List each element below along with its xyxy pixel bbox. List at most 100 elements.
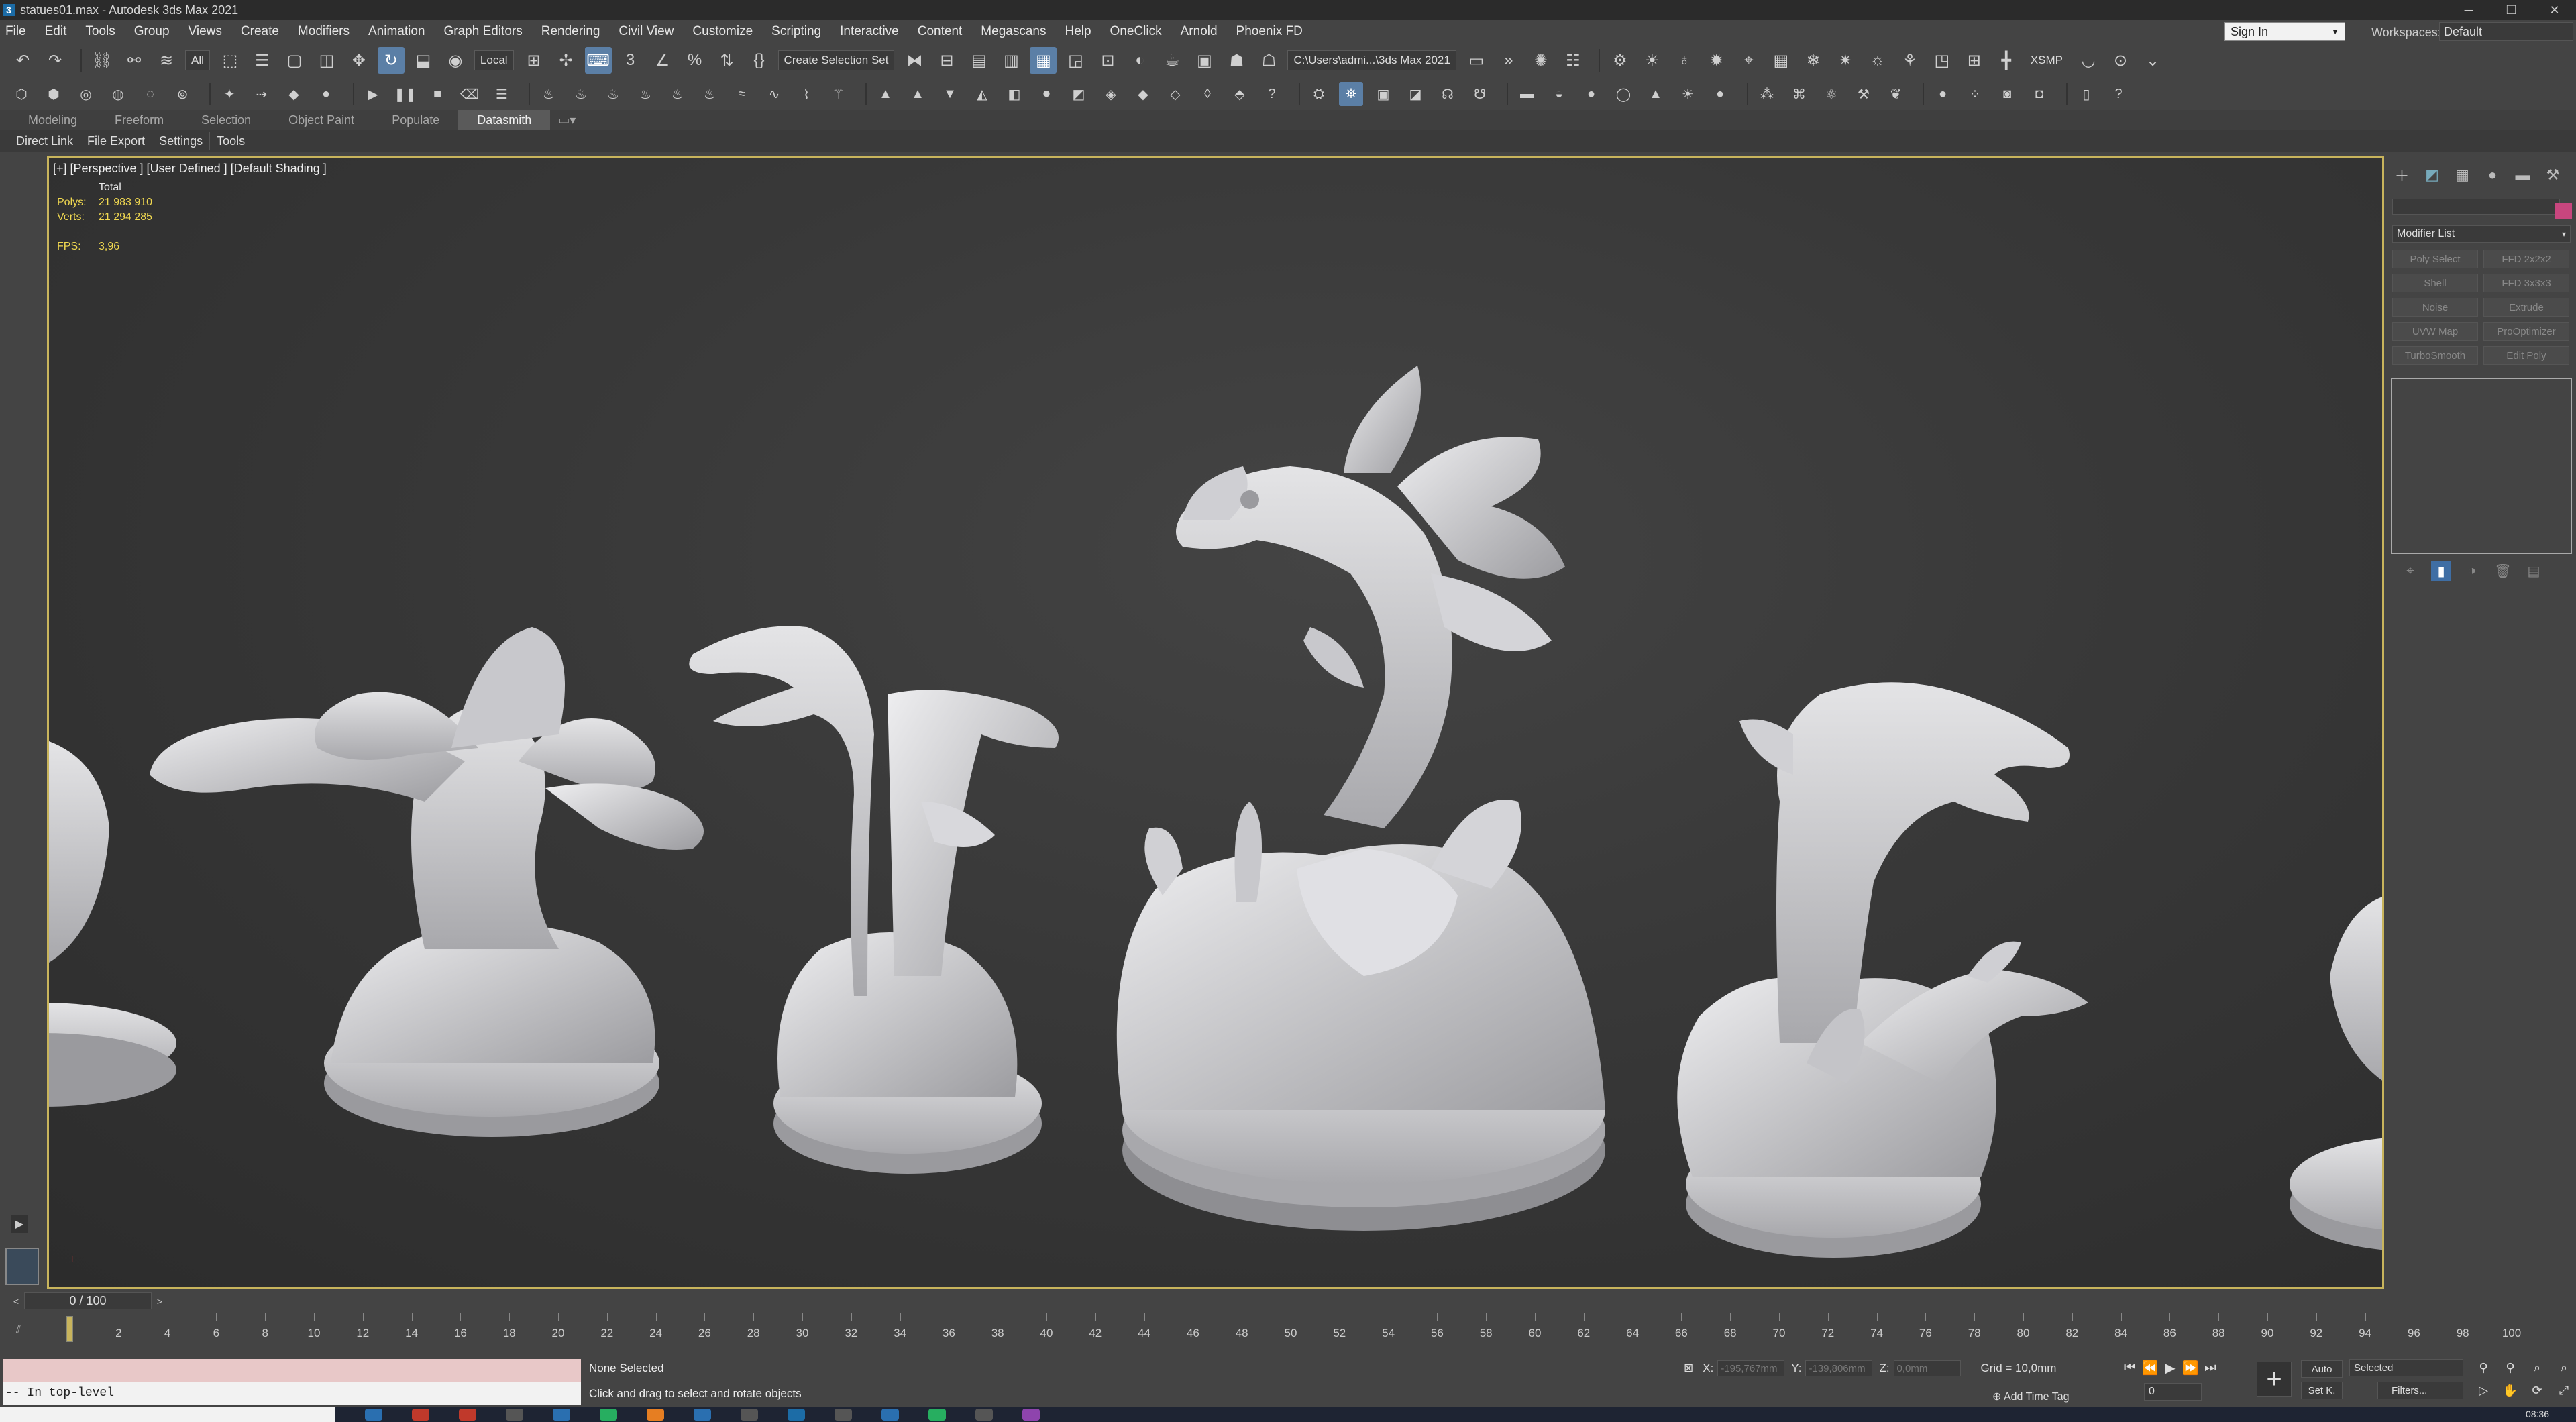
- restore-button[interactable]: ❐: [2490, 0, 2533, 20]
- list-icon[interactable]: ☰: [490, 82, 514, 106]
- percent-snap-icon[interactable]: %: [682, 47, 708, 74]
- menu-megascans[interactable]: Megascans: [981, 24, 1046, 39]
- record-icon[interactable]: ⏺: [1034, 82, 1059, 106]
- tool-3-icon[interactable]: ◎: [74, 82, 98, 106]
- taskbar-app-icon[interactable]: [600, 1409, 617, 1421]
- fire-source-icon[interactable]: ♨: [569, 82, 593, 106]
- wand-icon[interactable]: ⚚: [826, 82, 851, 106]
- menu-arnold[interactable]: Arnold: [1181, 24, 1218, 39]
- taskbar-app-icon[interactable]: [459, 1409, 476, 1421]
- menu-create[interactable]: Create: [241, 24, 279, 39]
- menu-scripting[interactable]: Scripting: [771, 24, 821, 39]
- shape-7-icon[interactable]: ◈: [1099, 82, 1123, 106]
- set-key-button[interactable]: Set K.: [2301, 1382, 2343, 1399]
- project-folder-icon[interactable]: ▭: [1463, 47, 1490, 74]
- shape-4-icon[interactable]: ◭: [970, 82, 994, 106]
- y-coordinate-field[interactable]: -139,806mm: [1805, 1360, 1873, 1376]
- menu-edit[interactable]: Edit: [45, 24, 67, 39]
- poly-select-button[interactable]: Poly Select: [2392, 250, 2478, 268]
- frame-ruler[interactable]: 0246810121416182022242628303234363840424…: [66, 1313, 2521, 1348]
- help-icon[interactable]: ?: [1260, 82, 1284, 106]
- maximize-viewport-icon[interactable]: ⤢: [2553, 1380, 2575, 1401]
- curve-editor-mini-icon[interactable]: ⫽: [16, 1324, 21, 1336]
- ribbon-toggle-icon[interactable]: ▦: [1030, 47, 1057, 74]
- menu-customize[interactable]: Customize: [692, 24, 753, 39]
- previous-frame-icon[interactable]: <: [9, 1293, 23, 1309]
- vray-3-icon[interactable]: ▣: [1371, 82, 1395, 106]
- select-manipulate-icon[interactable]: ✢: [553, 47, 580, 74]
- select-by-name-icon[interactable]: ☰: [249, 47, 276, 74]
- stop-icon[interactable]: ■: [425, 82, 449, 106]
- close-button[interactable]: ✕: [2533, 0, 2576, 20]
- make-unique-icon[interactable]: ◑: [2462, 561, 2482, 581]
- previous-key-icon[interactable]: ⏪: [2140, 1358, 2160, 1378]
- next-frame-icon[interactable]: >: [153, 1293, 166, 1309]
- schematic-view-icon[interactable]: ⊡: [1094, 47, 1121, 74]
- selection-filter-dropdown[interactable]: All: [185, 50, 210, 70]
- render-production-icon[interactable]: ☗: [1223, 47, 1250, 74]
- tool-7-icon[interactable]: ✦: [217, 82, 241, 106]
- grid-layout-icon[interactable]: ╋: [1993, 47, 2020, 74]
- keyboard-shortcut-override-icon[interactable]: ⌨: [584, 47, 612, 74]
- tab-modeling[interactable]: Modeling: [9, 110, 96, 130]
- set-key-icon[interactable]: +: [2257, 1362, 2292, 1397]
- zoom-extents-all-icon[interactable]: ⌕: [2553, 1358, 2575, 1378]
- fire-icon[interactable]: ♨: [537, 82, 561, 106]
- create-tab-icon[interactable]: ＋: [2391, 165, 2413, 185]
- field-of-view-icon[interactable]: ▷: [2473, 1380, 2494, 1401]
- shape-2-icon[interactable]: ▲: [906, 82, 930, 106]
- isolate-icon[interactable]: ⊠: [1684, 1362, 1693, 1375]
- settings-button[interactable]: Settings: [152, 132, 211, 150]
- tools-button[interactable]: Tools: [210, 132, 253, 150]
- tab-object-paint[interactable]: Object Paint: [270, 110, 373, 130]
- taskbar-app-icon[interactable]: [975, 1409, 993, 1421]
- pause-icon[interactable]: ❚❚: [393, 82, 417, 106]
- tool-1-icon[interactable]: ⬡: [9, 82, 34, 106]
- sign-in-dropdown[interactable]: Sign In ▼: [2224, 22, 2345, 41]
- shape-3-icon[interactable]: ▼: [938, 82, 962, 106]
- show-end-result-icon[interactable]: ▮: [2431, 561, 2451, 581]
- render-setup-icon[interactable]: ☕: [1159, 47, 1185, 74]
- turbosmooth-button[interactable]: TurboSmooth: [2392, 346, 2478, 365]
- edit-poly-button[interactable]: Edit Poly: [2483, 346, 2569, 365]
- sun-icon[interactable]: ✹: [1703, 47, 1730, 74]
- object-color-swatch[interactable]: [2555, 203, 2572, 219]
- tab-freeform[interactable]: Freeform: [96, 110, 182, 130]
- snowflake-icon[interactable]: ❄: [1800, 47, 1827, 74]
- sun-light-icon[interactable]: ☀: [1676, 82, 1700, 106]
- info-icon[interactable]: ?: [2106, 82, 2131, 106]
- zoom-extents-icon[interactable]: ⌕: [2526, 1358, 2548, 1378]
- menu-interactive[interactable]: Interactive: [840, 24, 899, 39]
- tool-10-icon[interactable]: ●: [314, 82, 338, 106]
- proxy-icon[interactable]: ⌘: [1787, 82, 1811, 106]
- angle-snap-icon[interactable]: ∠: [649, 47, 676, 74]
- physical-camera-icon[interactable]: ⌖: [1735, 47, 1762, 74]
- toolbar-overflow-icon[interactable]: »: [1495, 47, 1522, 74]
- menu-modifiers[interactable]: Modifiers: [298, 24, 350, 39]
- add-time-tag[interactable]: ⊕ Add Time Tag: [1992, 1390, 2070, 1403]
- shape-6-icon[interactable]: ◩: [1067, 82, 1091, 106]
- key-filters-button[interactable]: Filters...: [2377, 1382, 2463, 1399]
- track-bar[interactable]: ⫽ 02468101214161820222426283032343638404…: [0, 1313, 2576, 1348]
- fire-grid-icon[interactable]: ♨: [601, 82, 625, 106]
- render-iterative-icon[interactable]: ☖: [1255, 47, 1282, 74]
- taskbar-app-icon[interactable]: [412, 1409, 429, 1421]
- statue-fish-center[interactable]: [1116, 366, 1605, 1231]
- ribbon-options-icon[interactable]: ▭▾: [550, 110, 584, 130]
- shape-11-icon[interactable]: ⬘: [1228, 82, 1252, 106]
- layer-explorer-icon[interactable]: ▥: [998, 47, 1024, 74]
- bind-space-warp-icon[interactable]: ≋: [153, 47, 180, 74]
- next-key-icon[interactable]: ⏩: [2180, 1358, 2200, 1378]
- ies-icon[interactable]: ●: [1708, 82, 1732, 106]
- perspective-viewport[interactable]: [+] [Perspective ] [User Defined ] [Defa…: [47, 156, 2384, 1289]
- rect-selection-icon[interactable]: ▢: [281, 47, 308, 74]
- viewport-layout-icon[interactable]: ⊞: [1961, 47, 1988, 74]
- lightbulb-icon[interactable]: ☼: [1864, 47, 1891, 74]
- taskbar-app-icon[interactable]: [928, 1409, 946, 1421]
- menu-oneclick[interactable]: OneClick: [1110, 24, 1162, 39]
- gear-icon[interactable]: ✷: [1832, 47, 1859, 74]
- go-to-start-icon[interactable]: ⏮: [2120, 1358, 2140, 1378]
- ref-coord-dropdown[interactable]: Local: [474, 50, 514, 70]
- material-override-icon[interactable]: ◘: [2027, 82, 2051, 106]
- menu-help[interactable]: Help: [1065, 24, 1091, 39]
